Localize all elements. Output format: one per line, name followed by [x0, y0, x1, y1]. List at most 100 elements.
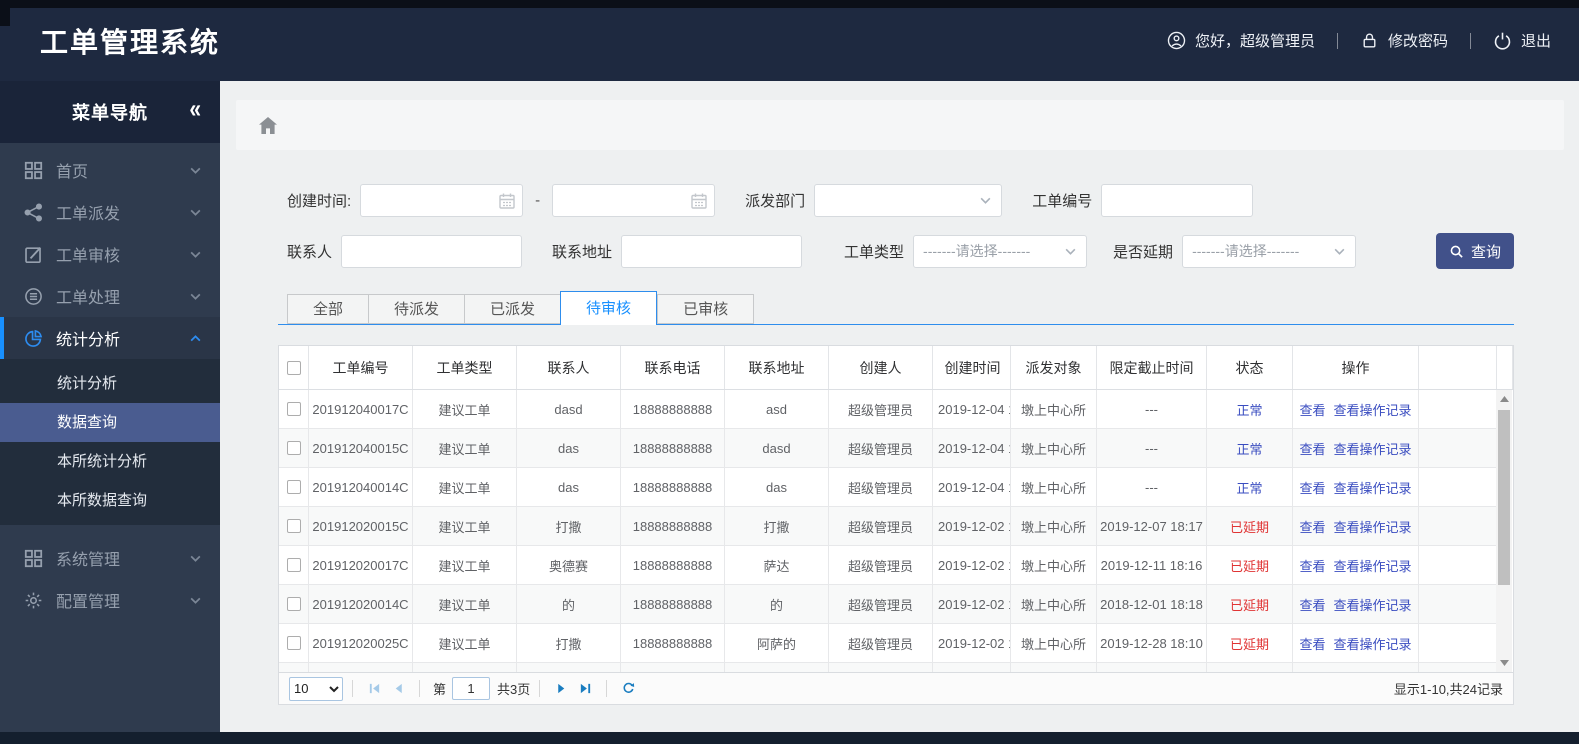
row-checkbox[interactable]	[286, 558, 301, 572]
view-link[interactable]: 查看	[1299, 556, 1325, 575]
column-header: 工单类型	[413, 346, 517, 389]
cell-target: 墩上中心所	[1011, 546, 1097, 584]
cell-created: 2019-12-02 16	[933, 507, 1011, 545]
table-row: 201912020015C 建议工单 打撒 18888888888 打撒 超级管理员 201…	[279, 507, 1496, 546]
header-divider	[1336, 32, 1338, 49]
order-no-input[interactable]	[1101, 184, 1254, 217]
view-log-link[interactable]: 查看操作记录	[1334, 400, 1412, 419]
cell-contact: das	[517, 468, 621, 506]
tab-4[interactable]: 已审核	[657, 294, 755, 324]
view-link[interactable]: 查看	[1299, 439, 1325, 458]
row-filler	[1419, 624, 1496, 662]
view-log-link[interactable]: 查看操作记录	[1334, 517, 1412, 536]
pager-divider	[419, 680, 420, 697]
home-icon[interactable]	[258, 116, 278, 135]
view-log-link[interactable]: 查看操作记录	[1334, 556, 1412, 575]
table-scrollbar[interactable]	[1496, 390, 1512, 672]
sidebar-item-home[interactable]: 首页	[0, 149, 220, 191]
cell-type: 建议工单	[413, 624, 517, 662]
order-type-label: 工单类型	[844, 243, 905, 261]
cell-address: 萨达	[725, 546, 829, 584]
table-row-partial	[279, 663, 1496, 672]
next-page-button[interactable]	[553, 681, 569, 697]
change-password-link[interactable]: 修改密码	[1360, 30, 1448, 51]
sidebar-item-label: 工单处理	[56, 290, 121, 307]
create-time-end-wrap	[552, 184, 716, 217]
scroll-up-icon[interactable]	[1496, 392, 1512, 406]
view-link[interactable]: 查看	[1299, 517, 1325, 536]
dispatch-dept-select[interactable]	[814, 184, 1003, 217]
address-input[interactable]	[621, 234, 803, 268]
row-checkbox[interactable]	[286, 597, 301, 611]
footer-strip	[0, 732, 1579, 744]
delay-select[interactable]: -------请选择-------	[1182, 234, 1357, 268]
search-button[interactable]: 查询	[1436, 233, 1514, 269]
tab-3[interactable]: 待审核	[560, 291, 658, 325]
submenu-item-stats-analysis[interactable]: 统计分析	[0, 364, 220, 403]
first-page-button[interactable]	[366, 681, 382, 697]
row-checkbox[interactable]	[286, 402, 301, 416]
sidebar-item-review[interactable]: 工单审核	[0, 233, 220, 275]
view-link[interactable]: 查看	[1299, 478, 1325, 497]
grid-icon	[24, 161, 43, 180]
calendar-icon[interactable]	[690, 192, 708, 210]
view-log-link[interactable]: 查看操作记录	[1334, 634, 1412, 653]
cell-deadline: 2019-12-11 18:16	[1097, 546, 1207, 584]
cell-created: 2019-12-02 17	[933, 624, 1011, 662]
page-number-input[interactable]	[452, 677, 491, 700]
row-checkbox[interactable]	[286, 480, 301, 494]
view-link[interactable]: 查看	[1299, 634, 1325, 653]
sidebar-collapse-button[interactable]: «	[189, 95, 202, 125]
row-filler	[1419, 429, 1496, 467]
prev-page-button[interactable]	[390, 681, 406, 697]
submenu-item-branch-query[interactable]: 本所数据查询	[0, 481, 220, 520]
cell-order_no: 201912040015C	[309, 429, 413, 467]
submenu-item-branch-stats[interactable]: 本所统计分析	[0, 442, 220, 481]
sidebar-item-config[interactable]: 配置管理	[0, 579, 220, 621]
logout-link[interactable]: 退出	[1493, 30, 1551, 51]
view-log-link[interactable]: 查看操作记录	[1334, 595, 1412, 614]
cell-created: 2019-12-02 17	[933, 546, 1011, 584]
scrollbar-thumb[interactable]	[1498, 410, 1510, 585]
view-log-link[interactable]: 查看操作记录	[1334, 439, 1412, 458]
order-type-select[interactable]: -------请选择-------	[913, 234, 1088, 268]
pager-divider	[352, 680, 353, 697]
filter-form: 创建时间: - 派发部门 工单编号 联系人 联系地址 工单类型 -------请…	[287, 184, 1514, 269]
row-checkbox[interactable]	[286, 636, 301, 650]
status-badge: 正常	[1207, 468, 1293, 506]
tab-1[interactable]: 待派发	[368, 294, 465, 324]
scroll-down-icon[interactable]	[1496, 656, 1512, 670]
cell-phone: 18888888888	[621, 429, 725, 467]
view-link[interactable]: 查看	[1299, 595, 1325, 614]
refresh-button[interactable]	[620, 681, 636, 697]
cell-order_no: 201912020025C	[309, 624, 413, 662]
sidebar-item-process[interactable]: 工单处理	[0, 275, 220, 317]
sidebar-item-dispatch[interactable]: 工单派发	[0, 191, 220, 233]
filter-row-2: 联系人 联系地址 工单类型 -------请选择------- 是否延期 ---…	[287, 233, 1514, 269]
view-log-link[interactable]: 查看操作记录	[1334, 478, 1412, 497]
row-checkbox[interactable]	[286, 441, 301, 455]
tab-0[interactable]: 全部	[287, 294, 369, 324]
sidebar-item-stats[interactable]: 统计分析	[0, 317, 220, 359]
cell-actions: 查看 查看操作记录	[1293, 624, 1419, 662]
submenu-item-data-query[interactable]: 数据查询	[0, 403, 220, 442]
tab-2[interactable]: 已派发	[464, 294, 561, 324]
order-no-label: 工单编号	[1032, 193, 1093, 210]
view-link[interactable]: 查看	[1299, 400, 1325, 419]
calendar-icon[interactable]	[498, 192, 516, 210]
contact-input[interactable]	[341, 234, 523, 268]
page-size-select[interactable]: 10	[289, 676, 343, 701]
cell-actions: 查看 查看操作记录	[1293, 429, 1419, 467]
cell-created: 2019-12-04 15	[933, 390, 1011, 428]
select-all-checkbox[interactable]	[286, 360, 301, 375]
last-page-button[interactable]	[577, 681, 593, 697]
status-badge: 正常	[1207, 390, 1293, 428]
cell-created: 2019-12-04 15	[933, 429, 1011, 467]
sidebar-item-system[interactable]: 系统管理	[0, 537, 220, 579]
row-filler	[1419, 468, 1496, 506]
row-checkbox[interactable]	[286, 519, 301, 533]
delay-label: 是否延期	[1113, 243, 1174, 261]
cell-deadline: 2018-12-01 18:18	[1097, 585, 1207, 623]
cell-created: 2019-12-04 15	[933, 468, 1011, 506]
page-prefix: 第	[433, 682, 447, 697]
